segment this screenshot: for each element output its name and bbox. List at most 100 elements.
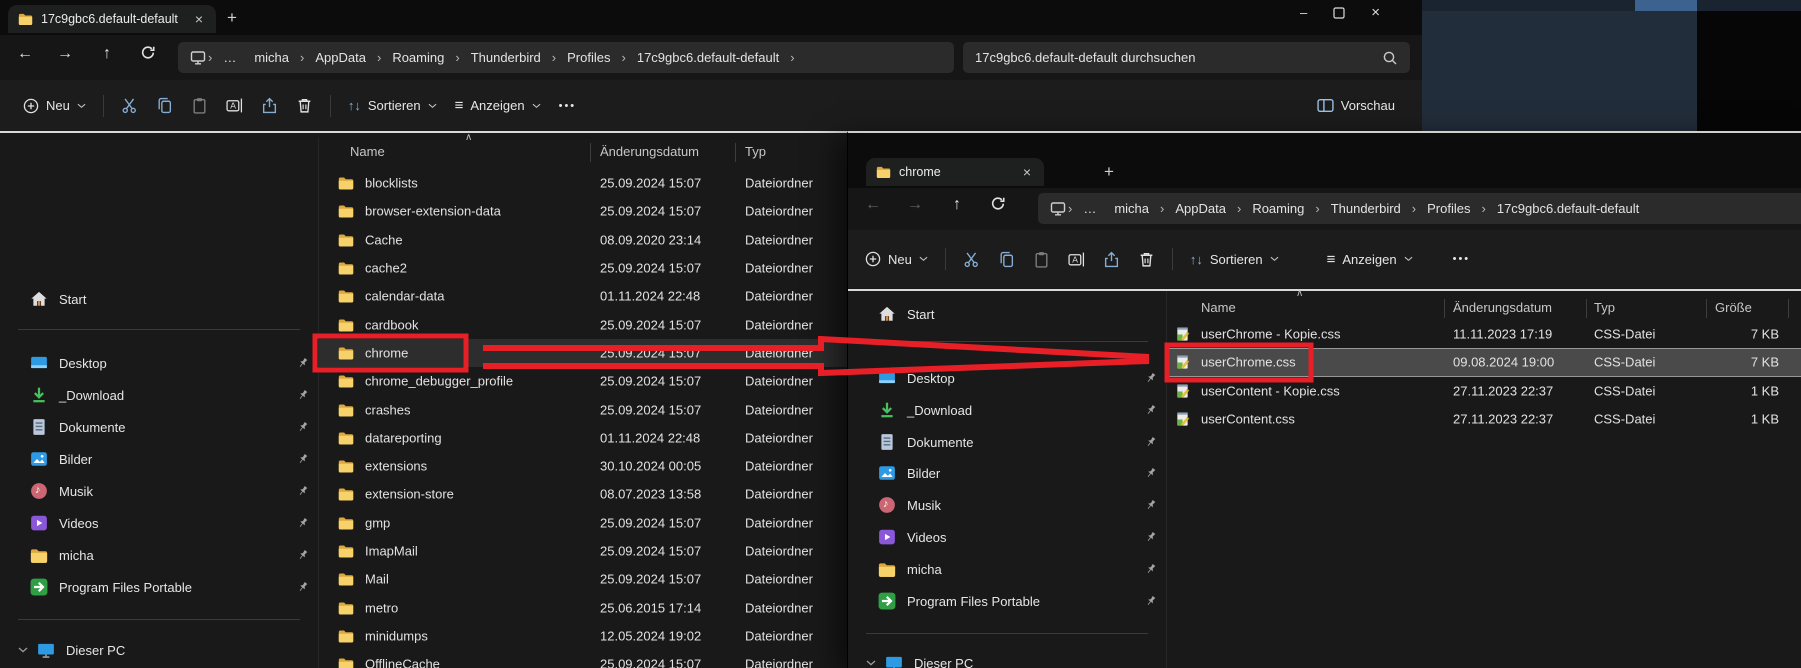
- sidebar-item-start[interactable]: Start: [8, 284, 310, 314]
- delete-button[interactable]: [1129, 245, 1164, 274]
- up-button[interactable]: ↑: [944, 196, 970, 214]
- address-bar[interactable]: › … micha › AppData › Roaming › Thunderb…: [178, 42, 954, 73]
- tab-close-icon[interactable]: ×: [192, 11, 206, 27]
- breadcrumb-thunderbird[interactable]: Thunderbird: [462, 50, 550, 65]
- sidebar-item-desktop[interactable]: Desktop: [856, 363, 1158, 393]
- sidebar-item-videos[interactable]: Videos: [856, 522, 1158, 552]
- breadcrumb-profile-folder[interactable]: 17c9gbc6.default-default: [628, 50, 788, 65]
- breadcrumb-appdata[interactable]: AppData: [306, 50, 375, 65]
- new-tab-button[interactable]: +: [1104, 163, 1114, 180]
- pin-icon: [1141, 528, 1159, 546]
- forward-button[interactable]: →: [52, 45, 78, 63]
- more-button[interactable]: •••: [1444, 247, 1480, 271]
- sidebar-item-download[interactable]: _Download: [856, 395, 1158, 425]
- paste-button[interactable]: [1024, 245, 1059, 274]
- back-button[interactable]: ←: [860, 196, 886, 214]
- breadcrumb-ellipsis[interactable]: …: [214, 50, 245, 65]
- breadcrumb-thunderbird[interactable]: Thunderbird: [1322, 201, 1410, 216]
- refresh-button[interactable]: [985, 195, 1011, 212]
- background-window-accent: [1635, 0, 1697, 11]
- this-pc-icon[interactable]: [190, 50, 206, 65]
- rename-button[interactable]: [1059, 245, 1094, 274]
- sidebar-item-micha[interactable]: micha: [8, 540, 310, 570]
- sidebar-item-program-files-portable[interactable]: Program Files Portable: [856, 586, 1158, 616]
- sidebar-item-program-files-portable[interactable]: Program Files Portable: [8, 572, 310, 602]
- paste-button[interactable]: [182, 91, 217, 120]
- share-button[interactable]: [252, 91, 287, 120]
- sidebar-item-start[interactable]: Start: [856, 299, 1158, 329]
- file-row-userchrome-kopie[interactable]: userChrome - Kopie.css11.11.2023 17:19CS…: [1166, 320, 1801, 348]
- tab-profile-folder[interactable]: 17c9gbc6.default-default ×: [8, 5, 216, 33]
- plus-circle-icon: [865, 251, 881, 267]
- new-tab-button[interactable]: +: [227, 9, 237, 26]
- sidebar-item-dokumente[interactable]: Dokumente: [8, 412, 310, 442]
- sidebar-item-videos[interactable]: Videos: [8, 508, 310, 538]
- chevron-down-icon[interactable]: [18, 645, 28, 655]
- breadcrumb-profiles[interactable]: Profiles: [558, 50, 619, 65]
- preview-button[interactable]: Vorschau: [1308, 92, 1404, 119]
- sidebar-item-bilder[interactable]: Bilder: [8, 444, 310, 474]
- rename-button[interactable]: [217, 91, 252, 120]
- share-button[interactable]: [1094, 245, 1129, 274]
- breadcrumb-ellipsis[interactable]: …: [1074, 201, 1105, 216]
- breadcrumb-profiles[interactable]: Profiles: [1418, 201, 1479, 216]
- breadcrumb-roaming[interactable]: Roaming: [1243, 201, 1313, 216]
- sidebar-item-dieser-pc[interactable]: Dieser PC: [8, 635, 310, 665]
- more-button[interactable]: •••: [550, 94, 586, 118]
- sort-button[interactable]: ↑↓ Sortieren: [339, 92, 446, 119]
- column-name[interactable]: Name: [1201, 300, 1236, 315]
- this-pc-icon[interactable]: [1050, 201, 1066, 216]
- up-button[interactable]: ↑: [94, 45, 120, 63]
- breadcrumb-profile-folder[interactable]: 17c9gbc6.default-default: [1488, 201, 1648, 216]
- delete-button[interactable]: [287, 91, 322, 120]
- column-date[interactable]: Änderungsdatum: [600, 144, 699, 159]
- view-button[interactable]: ≡ Anzeigen: [1318, 246, 1422, 273]
- breadcrumb-roaming[interactable]: Roaming: [383, 50, 453, 65]
- file-row-userchrome-css[interactable]: userChrome.css09.08.2024 19:00CSS-Datei7…: [1166, 348, 1801, 376]
- pin-icon: [1141, 401, 1159, 419]
- minimize-button[interactable]: –: [1300, 5, 1307, 20]
- search-input[interactable]: 17c9gbc6.default-default durchsuchen: [963, 42, 1410, 73]
- close-button[interactable]: ×: [1371, 4, 1380, 21]
- videos-icon: [878, 528, 896, 546]
- cut-button[interactable]: [112, 91, 147, 120]
- back-button[interactable]: ←: [12, 45, 38, 63]
- sidebar-item-download[interactable]: _Download: [8, 380, 310, 410]
- cut-button[interactable]: [954, 245, 989, 274]
- sidebar-item-micha[interactable]: micha: [856, 554, 1158, 584]
- chevron-down-icon: [1270, 256, 1279, 262]
- sidebar-item-musik[interactable]: ♪ Musik: [856, 490, 1158, 520]
- videos-icon: [30, 514, 48, 532]
- address-bar[interactable]: › … micha › AppData › Roaming › Thunderb…: [1038, 193, 1801, 224]
- file-row-usercontent-css[interactable]: userContent.css27.11.2023 22:37CSS-Datei…: [1166, 405, 1801, 433]
- breadcrumb-micha[interactable]: micha: [245, 50, 298, 65]
- column-size[interactable]: Größe: [1715, 300, 1752, 315]
- chevron-down-icon[interactable]: [866, 658, 876, 668]
- new-button[interactable]: Neu: [14, 92, 95, 120]
- search-icon[interactable]: [1382, 50, 1398, 66]
- folder-icon: [338, 346, 354, 359]
- download-icon: [878, 401, 896, 419]
- tab-chrome-folder[interactable]: chrome ×: [866, 158, 1044, 186]
- sidebar-item-dokumente[interactable]: Dokumente: [856, 427, 1158, 457]
- copy-button[interactable]: [989, 245, 1024, 274]
- sidebar-item-dieser-pc[interactable]: Dieser PC: [856, 648, 1158, 668]
- forward-button[interactable]: →: [902, 196, 928, 214]
- new-button[interactable]: Neu: [856, 245, 937, 273]
- tab-close-icon[interactable]: ×: [1020, 164, 1034, 180]
- sidebar-item-desktop[interactable]: Desktop: [8, 348, 310, 378]
- copy-button[interactable]: [147, 91, 182, 120]
- column-type[interactable]: Typ: [745, 144, 766, 159]
- sidebar-item-bilder[interactable]: Bilder: [856, 458, 1158, 488]
- column-date[interactable]: Änderungsdatum: [1453, 300, 1552, 315]
- breadcrumb-micha[interactable]: micha: [1105, 201, 1158, 216]
- breadcrumb-appdata[interactable]: AppData: [1166, 201, 1235, 216]
- column-name[interactable]: Name: [350, 144, 385, 159]
- file-row-usercontent-kopie[interactable]: userContent - Kopie.css27.11.2023 22:37C…: [1166, 377, 1801, 405]
- view-button[interactable]: ≡ Anzeigen: [446, 92, 550, 119]
- sidebar-item-musik[interactable]: ♪ Musik: [8, 476, 310, 506]
- column-type[interactable]: Typ: [1594, 300, 1615, 315]
- refresh-button[interactable]: [135, 44, 161, 61]
- maximize-button[interactable]: [1333, 7, 1345, 19]
- sort-button[interactable]: ↑↓ Sortieren: [1181, 246, 1288, 273]
